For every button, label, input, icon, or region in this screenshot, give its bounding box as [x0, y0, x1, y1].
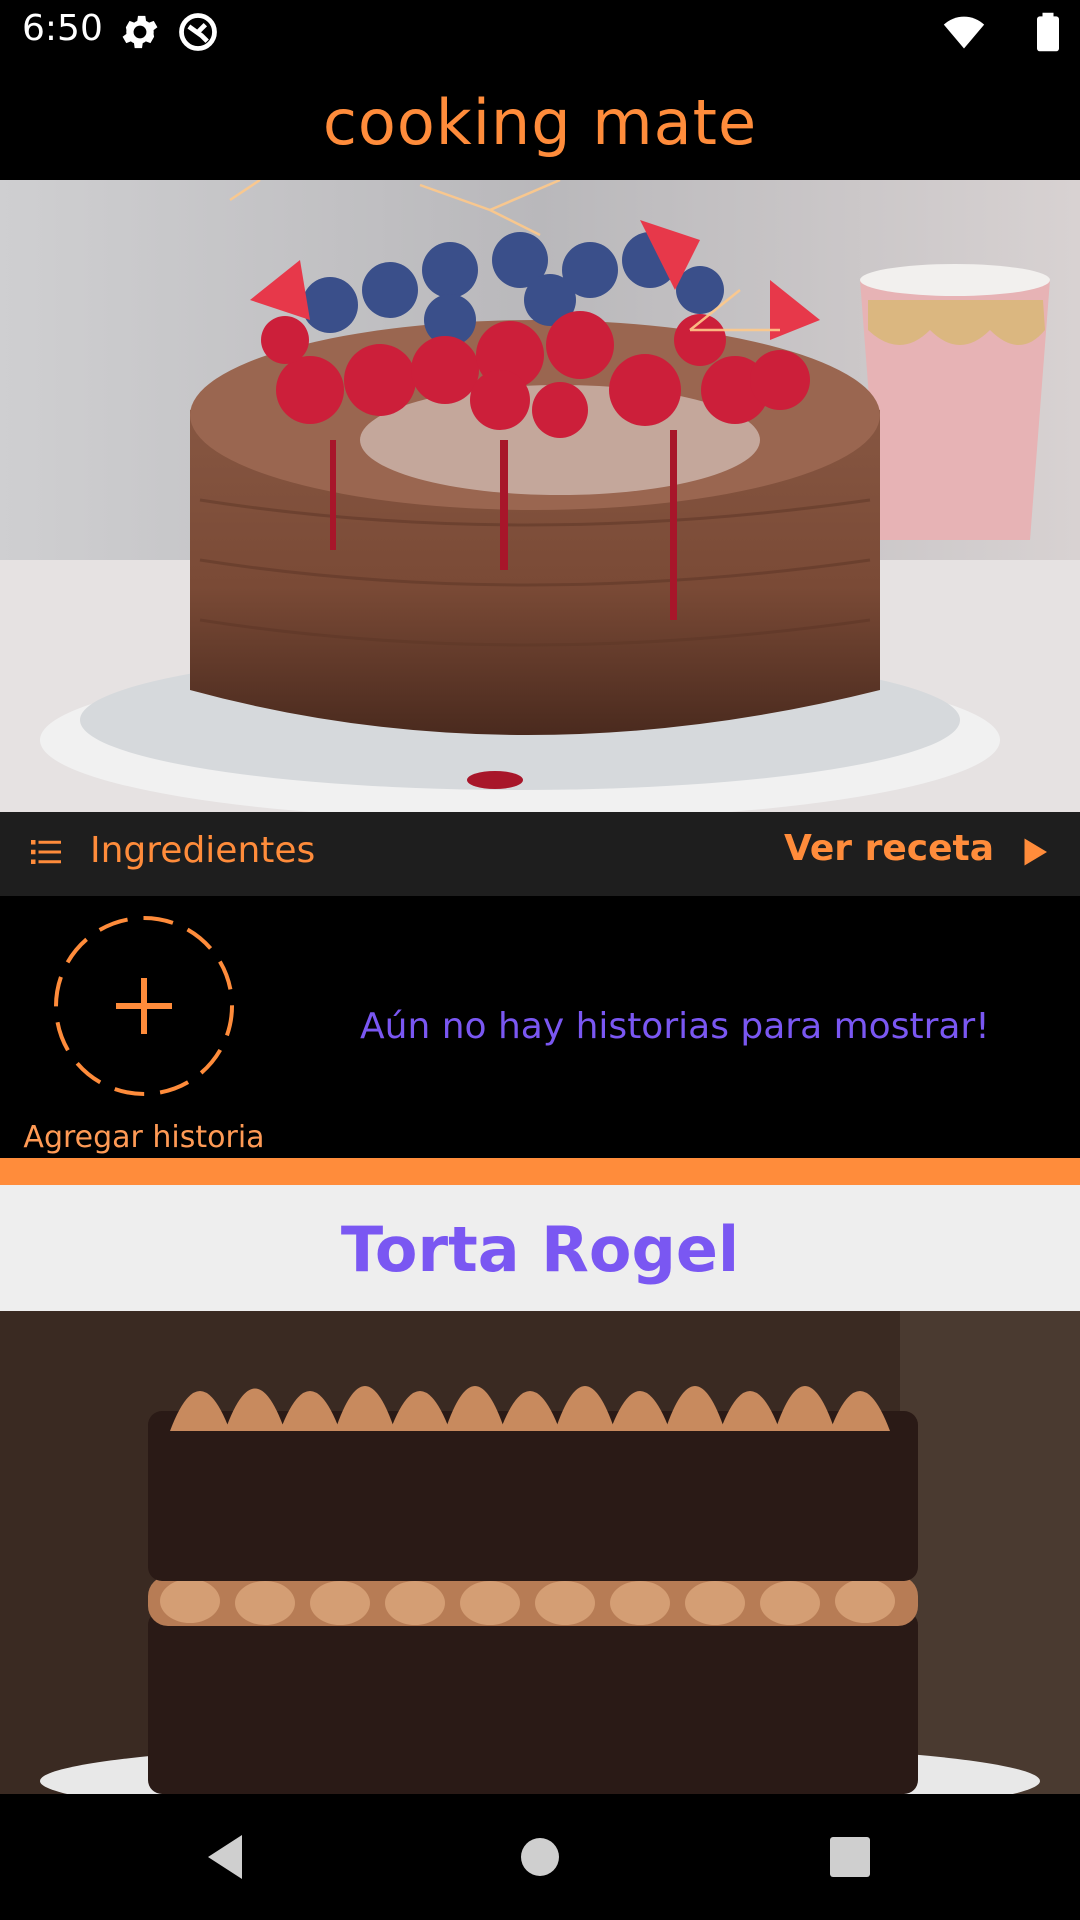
empty-stories-message: Aún no hay historias para mostrar! [360, 1006, 990, 1047]
list-icon[interactable] [28, 834, 64, 870]
recipe-title-band: Torta Rogel [0, 1185, 1080, 1311]
recipe-hero-image[interactable] [0, 180, 1080, 812]
play-arrow-icon[interactable] [1020, 834, 1050, 870]
stories-section: Agregar historia Aún no hay historias pa… [0, 896, 1080, 1158]
recipe-image[interactable] [0, 1311, 1080, 1794]
cake-photo [0, 180, 1080, 812]
gear-icon [122, 15, 158, 49]
app-title: cooking mate [322, 86, 758, 159]
status-time: 6:50 [22, 8, 103, 49]
add-story-label: Agregar historia [23, 1120, 265, 1155]
section-divider [0, 1158, 1080, 1185]
recipe-title[interactable]: Torta Rogel [0, 1213, 1080, 1286]
view-recipe-button[interactable]: Ver receta [784, 828, 994, 869]
add-story-icon[interactable] [52, 914, 236, 1098]
battery-icon [1037, 12, 1059, 52]
ingredients-button[interactable]: Ingredientes [90, 830, 315, 871]
wifi-icon [943, 16, 985, 49]
add-story-button[interactable]: Agregar historia [20, 914, 268, 1155]
home-icon[interactable] [512, 1829, 568, 1885]
sync-icon [179, 13, 217, 51]
recipe-action-bar: Ingredientes Ver receta [0, 812, 1080, 896]
status-bar: 6:50 [0, 0, 1080, 64]
back-icon[interactable] [198, 1829, 254, 1885]
navigation-bar [0, 1794, 1080, 1920]
chocolate-cake-photo [0, 1311, 1080, 1794]
recents-icon[interactable] [822, 1829, 878, 1885]
app-bar: cooking mate [0, 64, 1080, 180]
